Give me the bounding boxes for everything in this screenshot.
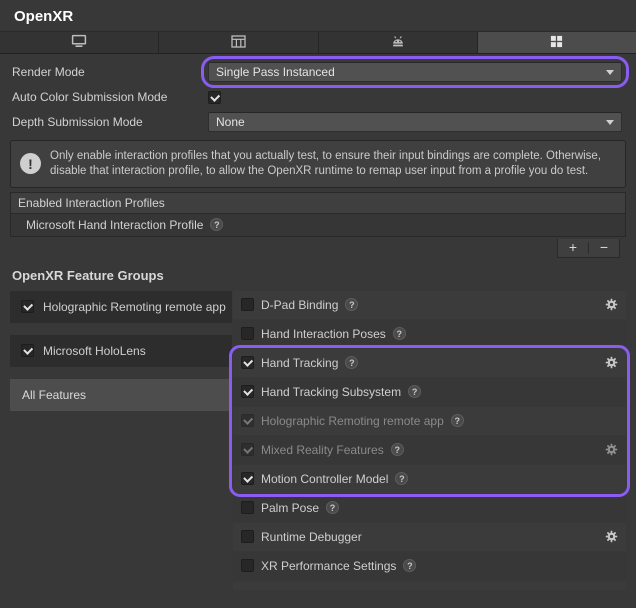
interaction-profiles-section: Enabled Interaction Profiles Microsoft H…: [10, 192, 626, 237]
feature-row[interactable]: XR Performance Settings?: [233, 552, 626, 580]
info-icon: !: [20, 153, 41, 174]
feature-checkbox[interactable]: [241, 356, 254, 369]
help-icon[interactable]: ?: [326, 501, 339, 514]
help-icon[interactable]: ?: [210, 218, 223, 231]
platform-tab-window-grid[interactable]: [159, 32, 318, 53]
openxr-settings-window: { "window": { "title": "OpenXR" }, "plat…: [0, 0, 636, 608]
help-icon[interactable]: ?: [391, 443, 404, 456]
feature-group-row[interactable]: Microsoft HoloLens: [10, 335, 232, 367]
feature-row[interactable]: Holographic Remoting remote app?: [233, 407, 626, 435]
feature-label: Holographic Remoting remote app: [261, 414, 444, 428]
depth-mode-row: Depth Submission Mode None: [12, 112, 622, 132]
feature-row[interactable]: Hand Tracking Subsystem?: [233, 378, 626, 406]
remove-profile-button[interactable]: −: [589, 239, 619, 256]
feature-checkbox[interactable]: [241, 385, 254, 398]
feature-label: Motion Controller Model: [261, 472, 388, 486]
feature-row[interactable]: Hand Tracking?: [233, 349, 626, 377]
help-icon[interactable]: ?: [403, 559, 416, 572]
group-checkbox[interactable]: [21, 300, 34, 313]
profile-label: Microsoft Hand Interaction Profile: [26, 218, 203, 232]
feature-checkbox[interactable]: [241, 298, 254, 311]
feature-row[interactable]: Palm Pose?: [233, 494, 626, 522]
feature-group-row[interactable]: Holographic Remoting remote app: [10, 291, 232, 323]
gear-icon[interactable]: [605, 530, 618, 543]
add-profile-button[interactable]: +: [558, 239, 588, 256]
render-mode-row: Render Mode Single Pass Instanced: [12, 62, 622, 82]
feature-groups-section: Holographic Remoting remote app Microsoft…: [10, 291, 626, 590]
feature-group-row[interactable]: All Features: [10, 379, 232, 411]
gear-icon[interactable]: [605, 356, 618, 369]
feature-checkbox[interactable]: [241, 414, 254, 427]
auto-color-control: [208, 91, 622, 104]
feature-label: Hand Tracking: [261, 356, 338, 370]
interaction-profile-row[interactable]: Microsoft Hand Interaction Profile?: [10, 214, 626, 237]
feature-group-list: Holographic Remoting remote app Microsoft…: [10, 291, 232, 423]
platform-tabs: [0, 31, 636, 54]
feature-label: Mixed Reality Features: [261, 443, 384, 457]
auto-color-checkbox[interactable]: [208, 91, 221, 104]
info-box: ! Only enable interaction profiles that …: [10, 140, 626, 188]
feature-label: Runtime Debugger: [261, 530, 362, 544]
group-label: Holographic Remoting remote app: [43, 300, 226, 314]
help-icon[interactable]: ?: [345, 298, 358, 311]
depth-mode-value: None: [216, 115, 245, 129]
window-title: OpenXR: [0, 0, 636, 31]
feature-label: Hand Tracking Subsystem: [261, 385, 401, 399]
group-checkbox[interactable]: [21, 344, 34, 357]
help-icon[interactable]: ?: [345, 356, 358, 369]
dropdown-arrow-icon: [606, 120, 614, 125]
feature-label: XR Performance Settings: [261, 559, 396, 573]
feature-list: D-Pad Binding?Hand Interaction Poses?Han…: [233, 291, 626, 590]
feature-groups-title: OpenXR Feature Groups: [12, 268, 636, 283]
feature-checkbox[interactable]: [241, 327, 254, 340]
feature-row[interactable]: Hand Interaction Poses?: [233, 320, 626, 348]
window-grid-icon: [231, 35, 246, 51]
feature-label: D-Pad Binding: [261, 298, 338, 312]
platform-tab-android[interactable]: [319, 32, 478, 53]
feature-row[interactable]: Motion Controller Model?: [233, 465, 626, 493]
group-label: Microsoft HoloLens: [43, 344, 146, 358]
render-mode-dropdown[interactable]: Single Pass Instanced: [208, 62, 622, 82]
profiles-toolbar: + −: [557, 239, 620, 258]
info-text: Only enable interaction profiles that yo…: [50, 149, 611, 179]
group-label: All Features: [22, 388, 86, 402]
depth-mode-label: Depth Submission Mode: [12, 115, 208, 129]
help-icon[interactable]: ?: [408, 385, 421, 398]
dropdown-arrow-icon: [606, 70, 614, 75]
help-icon[interactable]: ?: [393, 327, 406, 340]
feature-checkbox[interactable]: [241, 559, 254, 572]
render-mode-label: Render Mode: [12, 65, 208, 79]
platform-tab-monitor[interactable]: [0, 32, 159, 53]
partial-next-row: [233, 582, 626, 590]
depth-mode-control: None: [208, 112, 622, 132]
feature-label: Hand Interaction Poses: [261, 327, 386, 341]
feature-checkbox[interactable]: [241, 472, 254, 485]
profiles-toolbar-wrap: + −: [0, 239, 636, 258]
feature-checkbox[interactable]: [241, 501, 254, 514]
monitor-icon: [71, 34, 87, 51]
help-icon[interactable]: ?: [395, 472, 408, 485]
feature-row[interactable]: Runtime Debugger: [233, 523, 626, 551]
depth-mode-dropdown[interactable]: None: [208, 112, 622, 132]
auto-color-label: Auto Color Submission Mode: [12, 90, 208, 104]
feature-checkbox[interactable]: [241, 443, 254, 456]
render-mode-control: Single Pass Instanced: [208, 62, 622, 82]
feature-checkbox[interactable]: [241, 530, 254, 543]
render-mode-value: Single Pass Instanced: [216, 65, 335, 79]
windows-icon: [550, 35, 563, 51]
feature-label: Palm Pose: [261, 501, 319, 515]
platform-tab-windows[interactable]: [478, 32, 636, 53]
feature-row[interactable]: D-Pad Binding?: [233, 291, 626, 319]
interaction-profiles-list: Microsoft Hand Interaction Profile?: [10, 214, 626, 237]
help-icon[interactable]: ?: [451, 414, 464, 427]
feature-row[interactable]: Mixed Reality Features?: [233, 436, 626, 464]
interaction-profiles-header: Enabled Interaction Profiles: [10, 192, 626, 214]
auto-color-row: Auto Color Submission Mode: [12, 88, 622, 106]
gear-icon[interactable]: [605, 298, 618, 311]
settings-section: Render Mode Single Pass Instanced Auto C…: [0, 54, 636, 132]
gear-icon[interactable]: [605, 443, 618, 456]
android-icon: [390, 35, 406, 51]
